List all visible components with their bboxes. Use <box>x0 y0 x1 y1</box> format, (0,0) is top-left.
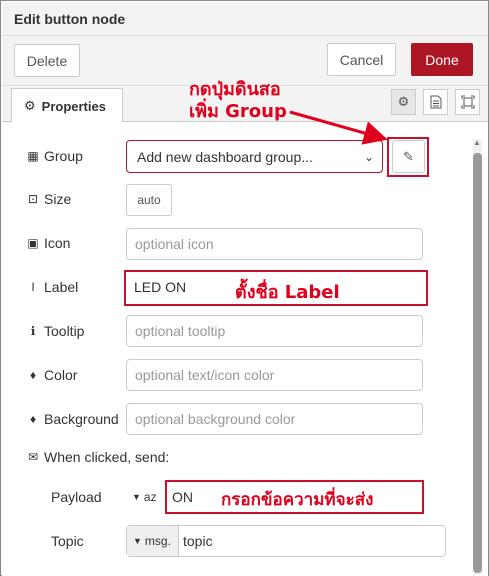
annotation-edit-group-line2: เพิ่ม Group <box>189 101 287 122</box>
text-cursor-icon: I <box>31 280 35 294</box>
description-tab-icon[interactable] <box>423 89 448 115</box>
frame-icon: ⊡ <box>27 192 39 206</box>
edit-node-dialog: Edit button node Delete Cancel Done ⚙ Pr… <box>0 0 489 576</box>
annotation-arrow <box>289 110 388 145</box>
topic-label: Topic <box>51 533 84 549</box>
when-clicked-label: When clicked, send: <box>44 449 170 465</box>
gear-icon: ⚙ <box>24 98 36 113</box>
annotation-edit-group-line1: กดปุ่มดินสอ <box>189 79 281 100</box>
triangle-down-icon: ▼ <box>133 536 142 546</box>
gear-icon: ⚙ <box>397 94 410 109</box>
scrollbar-thumb[interactable] <box>473 153 482 573</box>
size-label: Size <box>44 191 72 207</box>
group-label: Group <box>44 148 83 164</box>
dialog-title: Edit button node <box>14 11 126 27</box>
chevron-down-icon: ⌄ <box>363 150 374 164</box>
annotation-payload-note: กรอกข้อความที่จะส่ง <box>221 490 374 510</box>
envelope-icon: ✉ <box>27 450 39 464</box>
topic-row-label: Topic <box>51 533 84 549</box>
done-button[interactable]: Done <box>411 43 473 76</box>
annotation-edit-group: กดปุ่มดินสอ เพิ่ม Group <box>189 79 287 123</box>
dialog-header: Edit button node <box>2 2 488 36</box>
payload-type-select[interactable]: ▼ az <box>126 481 168 513</box>
tooltip-row-label: ℹ Tooltip <box>26 323 85 339</box>
background-input[interactable]: optional background color <box>126 403 423 435</box>
color-label: Color <box>44 367 78 383</box>
when-clicked-row-label: ✉ When clicked, send: <box>26 449 169 465</box>
cancel-button[interactable]: Cancel <box>327 43 396 76</box>
background-label: Background <box>44 411 119 427</box>
delete-button[interactable]: Delete <box>14 44 80 77</box>
droplet-icon: ♦ <box>29 368 37 382</box>
image-icon: ▣ <box>27 236 39 250</box>
table-icon: ▦ <box>27 149 39 163</box>
tab-properties[interactable]: ⚙ Properties <box>11 88 123 123</box>
group-select-value: Add new dashboard group... <box>137 148 313 165</box>
frame-icon <box>461 95 474 109</box>
info-icon: ℹ <box>30 324 36 338</box>
size-row-label: ⊡ Size <box>26 191 71 207</box>
label-label: Label <box>44 279 79 295</box>
topic-value: topic <box>183 533 213 549</box>
properties-panel: ▦ Group Add new dashboard group... ⌄ ✎ ⊡… <box>2 122 488 576</box>
topic-typed-input[interactable]: ▼ msg. topic <box>126 525 446 557</box>
color-row-label: ♦ Color <box>26 367 78 383</box>
icon-label: Icon <box>44 235 71 251</box>
tooltip-label: Tooltip <box>44 323 85 339</box>
document-icon <box>430 95 441 109</box>
color-input[interactable]: optional text/icon color <box>126 359 423 391</box>
topic-type-label: msg. <box>144 534 171 548</box>
group-row-label: ▦ Group <box>26 148 83 164</box>
label-row-label: I Label <box>26 279 78 295</box>
droplet-icon: ♦ <box>29 412 37 426</box>
size-button[interactable]: auto <box>126 184 172 216</box>
appearance-tab-icon[interactable] <box>455 89 480 115</box>
icon-row-label: ▣ Icon <box>26 235 70 251</box>
triangle-down-icon: ▼ <box>132 492 141 502</box>
scroll-up-icon[interactable]: ▲ <box>473 138 481 147</box>
annotation-label-note: ตั้งชื่อ Label <box>235 282 340 303</box>
background-row-label: ♦ Background <box>26 411 119 427</box>
payload-row-label: Payload <box>51 489 102 505</box>
topic-type-select[interactable]: ▼ msg. <box>127 526 179 556</box>
tooltip-input[interactable]: optional tooltip <box>126 315 423 347</box>
tab-properties-label: Properties <box>41 98 106 114</box>
payload-type-label: az <box>143 490 157 504</box>
payload-label: Payload <box>51 489 102 505</box>
icon-input[interactable]: optional icon <box>126 228 423 260</box>
